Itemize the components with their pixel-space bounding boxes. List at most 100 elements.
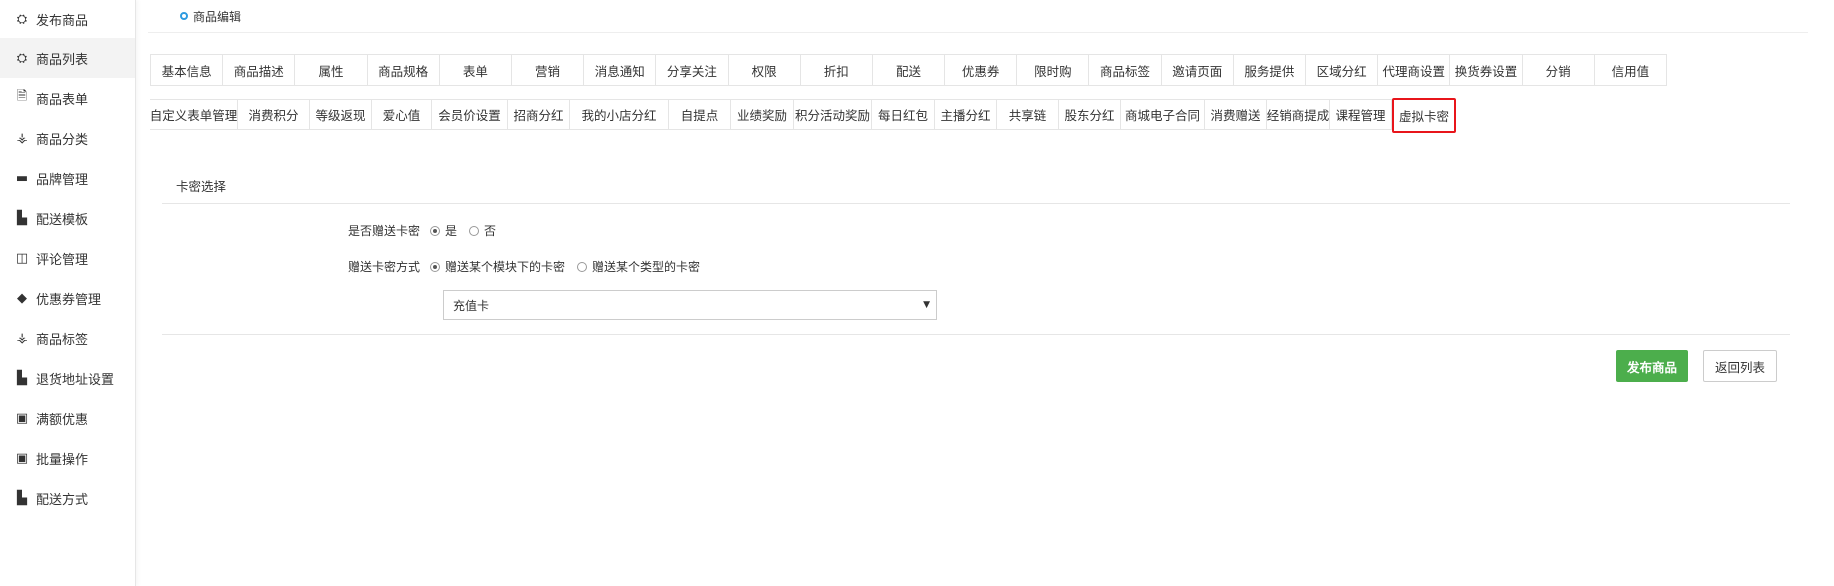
- tab[interactable]: 招商分红: [508, 100, 570, 129]
- tab-selected[interactable]: 虚拟卡密: [1392, 98, 1456, 133]
- gift-icon: ▣: [15, 450, 29, 466]
- sidebar-item[interactable]: ⛭ 商品列表: [0, 38, 135, 78]
- page-header: 商品编辑: [148, 0, 1808, 33]
- tab[interactable]: 属性: [295, 55, 368, 85]
- select-value: 充值卡: [453, 298, 490, 313]
- tab[interactable]: 权限: [729, 55, 801, 85]
- sidebar-item-label: 发布商品: [36, 13, 89, 29]
- tab[interactable]: 信用值: [1595, 55, 1667, 85]
- tab[interactable]: 折扣: [801, 55, 873, 85]
- gift-icon: ▣: [15, 410, 29, 426]
- tab[interactable]: 商品标签: [1089, 55, 1162, 85]
- section-title: 卡密选择: [176, 179, 227, 194]
- tab-bar-secondary: 自定义表单管理 消费积分 等级返现 爱心值 会员价设置 招商分红 我的小店分红 自提点 业绩奖励…: [150, 98, 1456, 133]
- sitemap-icon: ⚶: [16, 130, 28, 146]
- sidebar-item-label: 退货地址设置: [36, 372, 115, 388]
- tab[interactable]: 自定义表单管理: [150, 100, 238, 129]
- radio-unchecked-icon: [577, 261, 588, 272]
- sidebar-item[interactable]: ▣ 满额优惠: [0, 398, 135, 438]
- tab[interactable]: 消费积分: [238, 100, 310, 129]
- tab[interactable]: 配送: [873, 55, 946, 85]
- tab[interactable]: 爱心值: [372, 100, 432, 129]
- sidebar-item[interactable]: ▬ 品牌管理: [0, 158, 135, 198]
- tab[interactable]: 股东分红: [1059, 100, 1121, 129]
- sitemap-icon: ⚶: [16, 330, 28, 346]
- tab[interactable]: 商城电子合同: [1121, 100, 1205, 129]
- mode-type-label: 赠送某个类型的卡密: [592, 260, 701, 274]
- publish-button[interactable]: 发布商品: [1616, 350, 1688, 382]
- sidebar-item[interactable]: ▣ 批量操作: [0, 438, 135, 478]
- mode-label: 赠送卡密方式: [347, 260, 420, 274]
- sidebar-item[interactable]: ▙ 配送模板: [0, 198, 135, 238]
- truck-icon: ▙: [17, 210, 27, 226]
- tab[interactable]: 自提点: [669, 100, 731, 129]
- main-content: 商品编辑 基本信息 商品描述 属性 商品规格 表单 营销 消息通知 分享关注 权限 折扣 配送 优惠券…: [148, 0, 1808, 586]
- mode-module-radio[interactable]: 赠送某个模块下的卡密: [430, 258, 565, 275]
- page-title: 商品编辑: [193, 9, 242, 24]
- tab[interactable]: 换货券设置: [1450, 55, 1523, 85]
- gift-yes-radio[interactable]: 是: [430, 222, 457, 239]
- sidebar-item-label: 满额优惠: [36, 412, 89, 428]
- cubes-icon: ⛭: [16, 50, 28, 66]
- tab[interactable]: 优惠券: [945, 55, 1018, 85]
- sidebar: ⛭ 发布商品 ⛭ 商品列表 🗎 商品表单 ⚶ 商品分类 ▬ 品牌管理 ▙ 配送模板 ◫ 评论管理 ◆ 优惠券管…: [0, 0, 136, 586]
- sidebar-item-label: 优惠券管理: [36, 292, 102, 308]
- tab[interactable]: 业绩奖励: [731, 100, 794, 129]
- tab[interactable]: 营销: [512, 55, 585, 85]
- radio-checked-icon: [430, 225, 440, 236]
- briefcase-icon: ▬: [15, 170, 29, 186]
- sidebar-item[interactable]: ◫ 评论管理: [0, 238, 135, 278]
- tab[interactable]: 表单: [440, 55, 512, 85]
- mode-type-radio[interactable]: 赠送某个类型的卡密: [577, 258, 700, 275]
- tab[interactable]: 会员价设置: [432, 100, 508, 129]
- radio-checked-icon: [430, 261, 440, 272]
- tab[interactable]: 等级返现: [310, 100, 372, 129]
- sidebar-item-label: 商品标签: [36, 332, 89, 348]
- back-to-list-button[interactable]: 返回列表: [1703, 350, 1777, 382]
- mode-module-label: 赠送某个模块下的卡密: [445, 260, 566, 274]
- tab[interactable]: 课程管理: [1330, 100, 1392, 129]
- radio-unchecked-icon: [469, 225, 480, 236]
- tab[interactable]: 商品描述: [223, 55, 296, 85]
- tab[interactable]: 共享链: [997, 100, 1059, 129]
- tab[interactable]: 区域分红: [1306, 55, 1379, 85]
- tab[interactable]: 我的小店分红: [570, 100, 669, 129]
- tab[interactable]: 商品规格: [368, 55, 440, 85]
- tags-icon: ◆: [17, 290, 27, 306]
- truck-icon: ▙: [17, 490, 27, 506]
- sidebar-item[interactable]: 🗎 商品表单: [0, 78, 135, 118]
- tab[interactable]: 分享关注: [656, 55, 729, 85]
- sidebar-item-label: 批量操作: [36, 452, 89, 468]
- sidebar-item[interactable]: ⛭ 发布商品: [0, 0, 135, 38]
- gift-yes-label: 是: [445, 224, 458, 238]
- tab[interactable]: 代理商设置: [1378, 55, 1451, 85]
- mode-row: 赠送卡密方式 赠送某个模块下的卡密 赠送某个类型的卡密: [148, 258, 712, 275]
- sidebar-item[interactable]: ⚶ 商品标签: [0, 318, 135, 358]
- divider: [162, 334, 1790, 335]
- sidebar-item-label: 商品表单: [36, 92, 89, 108]
- divider: [162, 203, 1790, 204]
- tab[interactable]: 每日红包: [872, 100, 935, 129]
- tab[interactable]: 邀请页面: [1162, 55, 1234, 85]
- sidebar-item-label: 配送模板: [36, 212, 89, 228]
- sidebar-item-label: 商品分类: [36, 132, 89, 148]
- truck-icon: ▙: [17, 370, 27, 386]
- sidebar-item[interactable]: ◆ 优惠券管理: [0, 278, 135, 318]
- tab[interactable]: 服务提供: [1234, 55, 1306, 85]
- sidebar-item[interactable]: ▙ 配送方式: [0, 478, 135, 518]
- tab[interactable]: 消息通知: [584, 55, 657, 85]
- tab-bar-primary: 基本信息 商品描述 属性 商品规格 表单 营销 消息通知 分享关注 权限 折扣 配送 优惠券 限时购 商品…: [150, 54, 1667, 86]
- sidebar-item[interactable]: ▙ 退货地址设置: [0, 358, 135, 398]
- tab[interactable]: 经销商提成: [1267, 100, 1330, 129]
- tab[interactable]: 积分活动奖励: [794, 100, 872, 129]
- tab[interactable]: 基本信息: [151, 55, 224, 85]
- card-type-select[interactable]: 充值卡 ▼: [443, 290, 937, 320]
- tab[interactable]: 消费赠送: [1205, 100, 1267, 129]
- sidebar-item-label: 品牌管理: [36, 172, 89, 188]
- sidebar-item[interactable]: ⚶ 商品分类: [0, 118, 135, 158]
- gift-no-label: 否: [484, 224, 497, 238]
- tab[interactable]: 限时购: [1017, 55, 1090, 85]
- tab[interactable]: 主播分红: [935, 100, 997, 129]
- tab[interactable]: 分销: [1523, 55, 1595, 85]
- gift-no-radio[interactable]: 否: [469, 222, 496, 239]
